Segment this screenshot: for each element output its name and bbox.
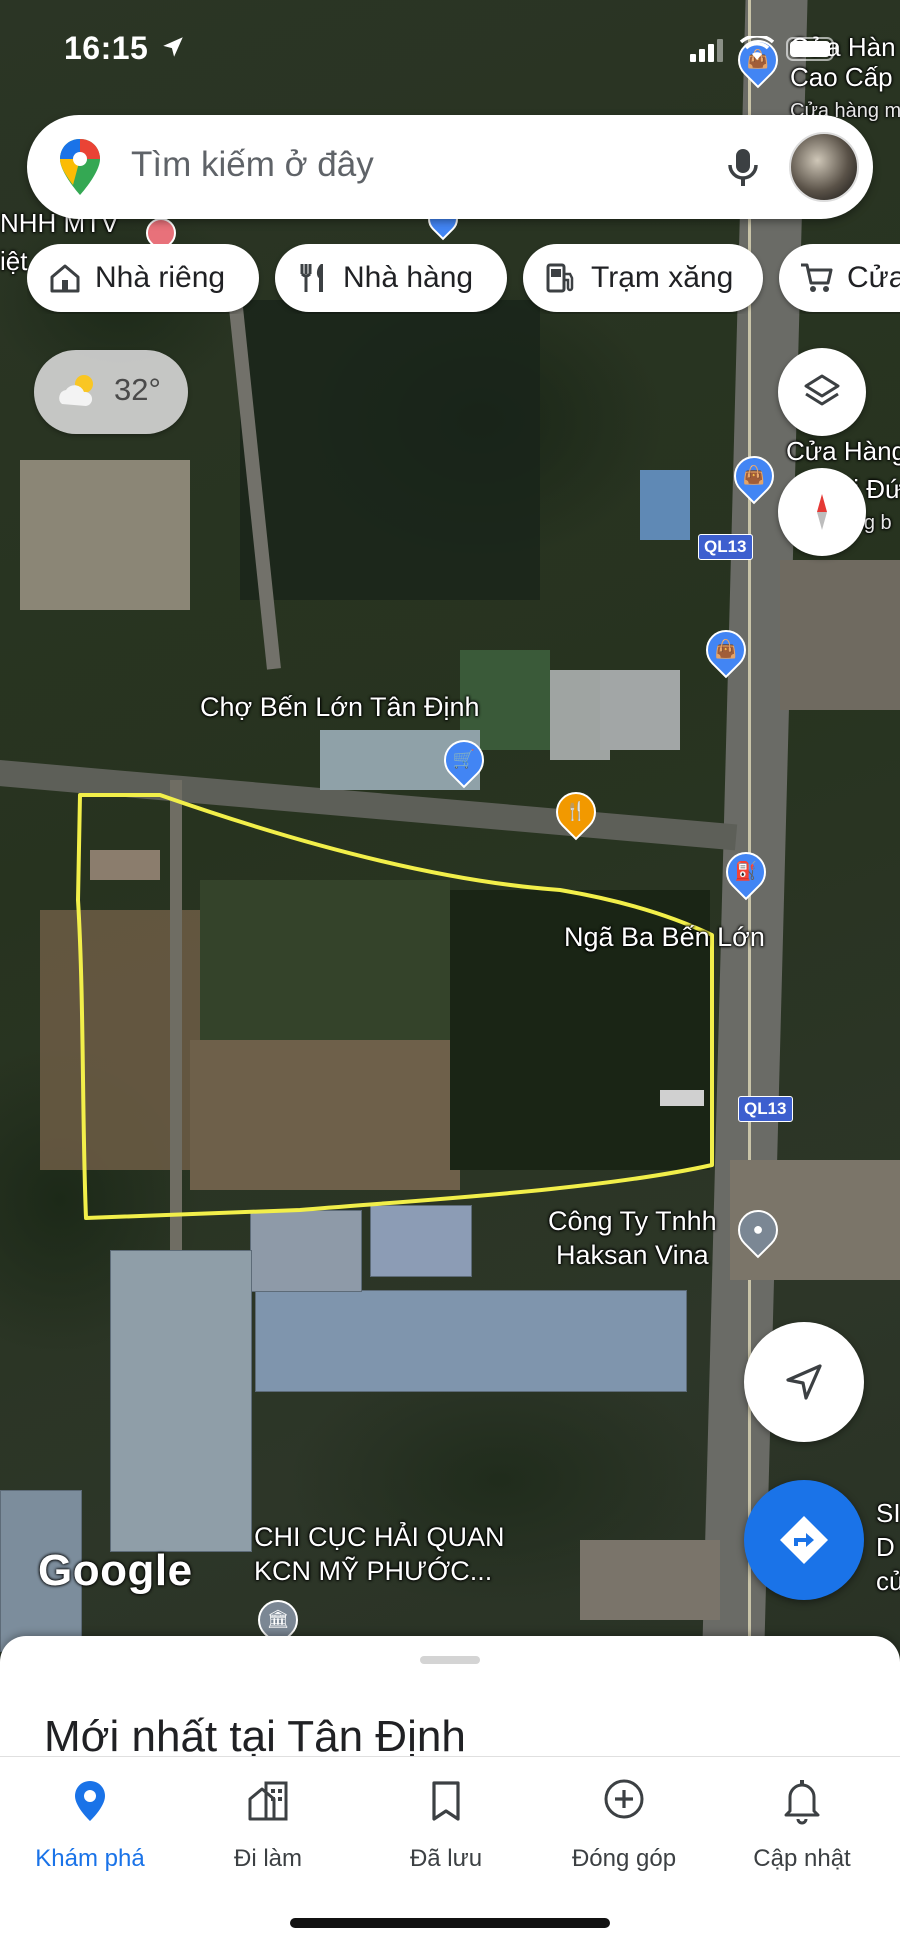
gas-station-icon — [546, 263, 574, 293]
chip-gas-station-label: Trạm xăng — [591, 261, 734, 294]
category-chips: Nhà riêng Nhà hàng Trạm xăng Cửa — [27, 244, 900, 314]
shopping-cart-icon — [801, 263, 833, 292]
chip-store-label: Cửa — [847, 261, 900, 294]
directions-button[interactable] — [744, 1480, 864, 1600]
chip-gas-station[interactable]: Trạm xăng — [523, 244, 763, 312]
compass-icon — [817, 494, 827, 530]
google-maps-logo-icon — [60, 139, 100, 195]
google-attribution: Google — [38, 1546, 193, 1595]
signal-icon — [690, 39, 723, 62]
map-label-junction[interactable]: Ngã Ba Bến Lớn — [564, 922, 765, 952]
nav-updates-label: Cập nhật — [753, 1845, 851, 1872]
chip-restaurant-label: Nhà hàng — [343, 261, 474, 294]
chip-restaurant[interactable]: Nhà hàng — [275, 244, 507, 312]
sheet-title: Mới nhất tại Tân Định — [44, 1712, 466, 1761]
weather-badge[interactable]: 32° — [34, 350, 188, 434]
nav-explore[interactable]: Khám phá — [0, 1777, 180, 1887]
chip-home-label: Nhà riêng — [95, 261, 226, 294]
wifi-icon — [740, 36, 774, 60]
directions-icon — [780, 1516, 828, 1564]
navigation-arrow-icon — [786, 1364, 822, 1400]
partly-cloudy-icon — [59, 375, 93, 406]
gas-pump-icon: ⛽ — [734, 861, 758, 881]
chip-home[interactable]: Nhà riêng — [27, 244, 259, 312]
compass-button[interactable] — [778, 468, 866, 556]
search-input[interactable]: Tìm kiếm ở đây — [131, 145, 374, 185]
nav-explore-label: Khám phá — [35, 1845, 145, 1872]
my-location-button[interactable] — [744, 1322, 864, 1442]
battery-icon — [786, 37, 839, 61]
map-label-right-edge: SI D củ — [876, 1498, 900, 1596]
map-label-store-mid[interactable]: Cửa Hàng — [786, 436, 900, 466]
add-circle-icon — [604, 1779, 644, 1819]
store-pin[interactable]: 👜 — [697, 621, 755, 679]
account-avatar[interactable] — [789, 132, 859, 202]
bell-icon — [784, 1780, 820, 1825]
status-bar: 16:15 — [0, 0, 900, 92]
restaurant-icon — [300, 264, 323, 292]
restaurant-pin[interactable]: 🍴 — [547, 783, 605, 841]
nav-contribute-label: Đóng góp — [571, 1845, 677, 1872]
gas-station-pin[interactable]: ⛽ — [717, 843, 775, 901]
map-label-customs[interactable]: CHI CỤC HẢI QUAN KCN MỸ PHƯỚC... — [254, 1520, 505, 1588]
nav-saved[interactable]: Đã lưu — [356, 1777, 536, 1887]
map-label-viet: iệt — [0, 246, 28, 276]
map-label-market[interactable]: Chợ Bến Lớn Tân Định — [200, 692, 480, 722]
explore-pin-icon — [75, 1781, 105, 1821]
shopping-cart-icon: 🛒 — [452, 749, 476, 769]
chip-store[interactable]: Cửa — [779, 244, 900, 312]
bookmark-icon — [432, 1781, 460, 1821]
weather-temp: 32° — [114, 372, 161, 407]
layers-icon — [804, 374, 840, 406]
home-indicator[interactable] — [290, 1918, 610, 1928]
search-bar[interactable]: Tìm kiếm ở đây — [27, 115, 873, 219]
nav-commute[interactable]: Đi làm — [178, 1777, 358, 1887]
market-pin[interactable]: 🛒 — [435, 731, 493, 789]
home-icon — [50, 264, 80, 293]
nav-saved-label: Đã lưu — [409, 1845, 483, 1872]
fork-knife-icon: 🍴 — [564, 801, 588, 821]
nav-commute-label: Đi làm — [233, 1845, 302, 1872]
location-arrow-icon — [163, 37, 183, 57]
bottom-sheet[interactable]: Mới nhất tại Tân Định — [0, 1636, 900, 1776]
shopping-bag-icon: 👜 — [742, 465, 766, 485]
nav-updates[interactable]: Cập nhật — [712, 1777, 892, 1887]
building-icon: 🏛 — [266, 1609, 290, 1629]
nav-contribute[interactable]: Đóng góp — [534, 1777, 714, 1887]
road-shield-ql13: QL13 — [698, 534, 753, 560]
map-label-company[interactable]: Công Ty Tnhh Haksan Vina — [548, 1204, 717, 1272]
shopping-bag-icon: 👜 — [714, 639, 738, 659]
microphone-icon[interactable] — [717, 141, 769, 193]
layers-button[interactable] — [778, 348, 866, 436]
sheet-drag-handle[interactable] — [420, 1656, 480, 1664]
dot-icon: ● — [752, 1219, 764, 1239]
commute-icon — [248, 1781, 288, 1821]
road-shield-ql13: QL13 — [738, 1096, 793, 1122]
store-pin[interactable]: 👜 — [725, 447, 783, 505]
status-time: 16:15 — [64, 30, 149, 66]
company-pin[interactable]: ● — [729, 1201, 787, 1259]
